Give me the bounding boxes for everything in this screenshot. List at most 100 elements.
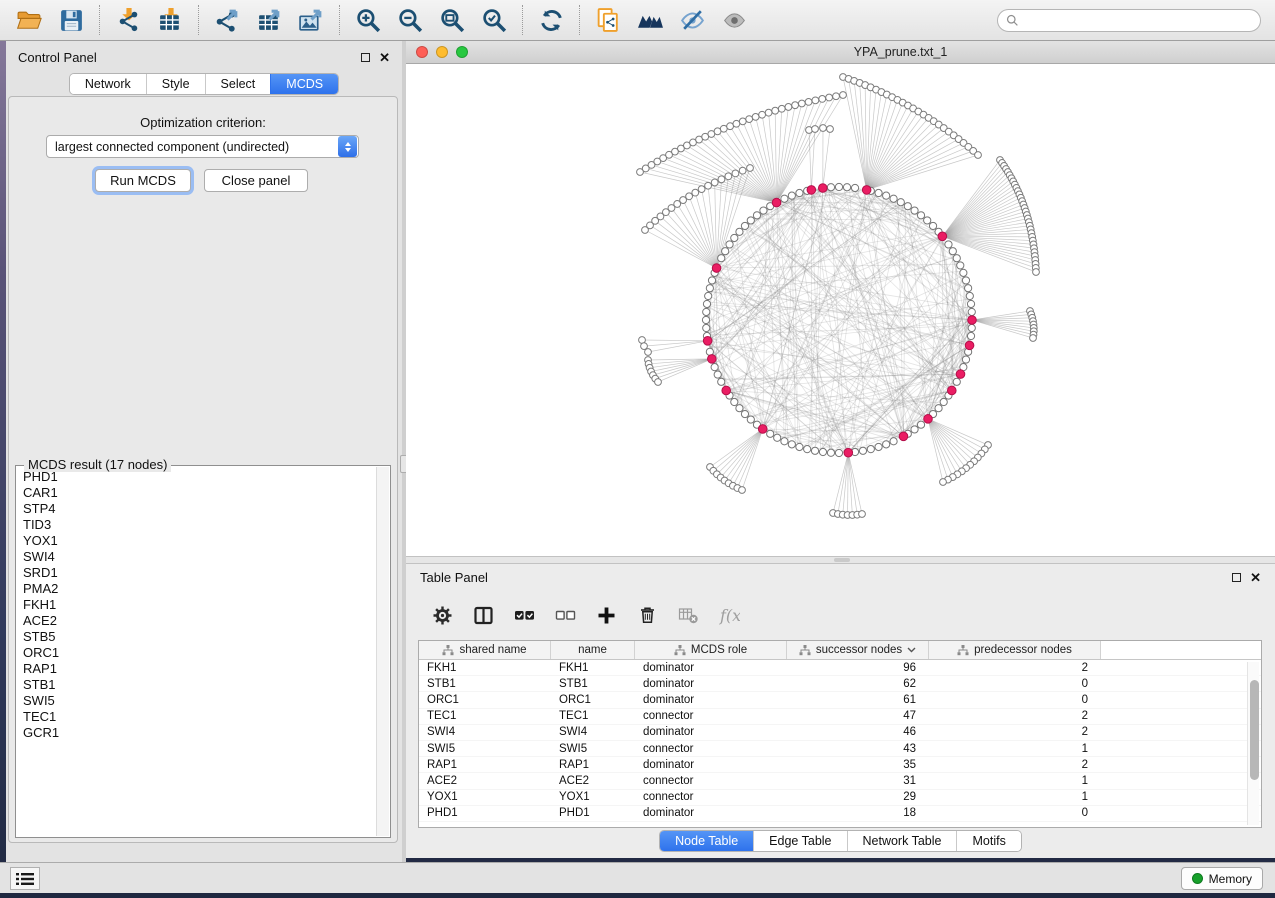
network-node[interactable] (949, 248, 956, 255)
network-node[interactable] (804, 446, 811, 453)
list-item[interactable]: RAP1 (17, 661, 376, 677)
network-node[interactable] (890, 438, 897, 445)
mcds-dominator-node[interactable] (899, 432, 908, 441)
mcds-dominator-node[interactable] (818, 184, 827, 193)
mcds-dominator-node[interactable] (938, 232, 947, 241)
network-node[interactable] (917, 212, 924, 219)
network-node[interactable] (727, 123, 734, 130)
mcds-dominator-node[interactable] (722, 386, 731, 395)
network-node[interactable] (698, 186, 705, 193)
network-node[interactable] (819, 448, 826, 455)
network-node[interactable] (883, 192, 890, 199)
network-node[interactable] (968, 308, 975, 315)
table-scrollbar[interactable] (1247, 662, 1259, 825)
apply-layout-button[interactable] (530, 3, 572, 37)
network-node[interactable] (843, 184, 850, 191)
network-node[interactable] (940, 479, 947, 486)
network-node[interactable] (736, 228, 743, 235)
list-item[interactable]: SRD1 (17, 565, 376, 581)
network-node[interactable] (1030, 335, 1037, 342)
mcds-dominator-node[interactable] (968, 316, 977, 325)
columns-button[interactable] (471, 603, 495, 627)
zoom-in-button[interactable] (347, 3, 389, 37)
list-item[interactable]: TID3 (17, 517, 376, 533)
network-node[interactable] (739, 487, 746, 494)
open-file-button[interactable] (8, 3, 50, 37)
network-node[interactable] (967, 332, 974, 339)
table-row[interactable]: RAP1RAP1dominator352 (419, 757, 1261, 773)
network-from-selection-button[interactable] (587, 3, 629, 37)
network-node[interactable] (811, 447, 818, 454)
network-node[interactable] (960, 269, 967, 276)
network-node[interactable] (812, 97, 819, 104)
import-network-button[interactable] (107, 3, 149, 37)
network-node[interactable] (859, 447, 866, 454)
float-panel-icon[interactable] (361, 53, 370, 62)
network-node[interactable] (781, 438, 788, 445)
task-history-button[interactable] (10, 867, 40, 890)
tab-network-table[interactable]: Network Table (847, 831, 957, 851)
network-node[interactable] (968, 324, 975, 331)
mcds-dominator-node[interactable] (965, 341, 974, 350)
network-node[interactable] (867, 446, 874, 453)
network-node[interactable] (739, 118, 746, 125)
network-node[interactable] (796, 443, 803, 450)
network-node[interactable] (711, 179, 718, 186)
network-node[interactable] (875, 189, 882, 196)
table-row[interactable]: PHD1PHD1dominator180 (419, 806, 1261, 822)
network-node[interactable] (746, 116, 753, 123)
zoom-selected-button[interactable] (473, 3, 515, 37)
network-node[interactable] (805, 98, 812, 105)
network-node[interactable] (945, 241, 952, 248)
table-row[interactable]: SWI5SWI5connector431 (419, 741, 1261, 757)
list-item[interactable]: PMA2 (17, 581, 376, 597)
tab-select[interactable]: Select (205, 74, 271, 94)
save-session-button[interactable] (50, 3, 92, 37)
network-node[interactable] (747, 165, 754, 172)
network-node[interactable] (708, 277, 715, 284)
search-input[interactable] (1025, 13, 1252, 27)
network-node[interactable] (911, 426, 918, 433)
network-node[interactable] (747, 217, 754, 224)
network-node[interactable] (935, 405, 942, 412)
tab-motifs[interactable]: Motifs (956, 831, 1020, 851)
network-node[interactable] (720, 125, 727, 132)
network-node[interactable] (747, 416, 754, 423)
splitter-grip[interactable] (834, 558, 850, 562)
list-item[interactable]: ACE2 (17, 613, 376, 629)
network-node[interactable] (792, 102, 799, 109)
network-node[interactable] (778, 105, 785, 112)
network-node[interactable] (840, 92, 847, 99)
network-node[interactable] (953, 378, 960, 385)
network-node[interactable] (875, 443, 882, 450)
network-node[interactable] (1033, 269, 1040, 276)
import-table-button[interactable] (149, 3, 191, 37)
mcds-dominator-node[interactable] (956, 370, 965, 379)
column-header-shared-name[interactable]: shared name (419, 641, 551, 659)
close-panel-icon[interactable]: ✕ (1250, 571, 1261, 584)
mcds-dominator-node[interactable] (708, 355, 717, 364)
network-node[interactable] (940, 398, 947, 405)
network-node[interactable] (827, 184, 834, 191)
network-node[interactable] (772, 107, 779, 114)
network-node[interactable] (680, 197, 687, 204)
settings-button[interactable] (430, 603, 454, 627)
network-node[interactable] (714, 371, 721, 378)
network-node[interactable] (731, 398, 738, 405)
network-node[interactable] (796, 189, 803, 196)
network-node[interactable] (753, 212, 760, 219)
delete-table-button[interactable] (676, 603, 700, 627)
list-item[interactable]: YOX1 (17, 533, 376, 549)
column-header-successor-nodes[interactable]: successor nodes (787, 641, 929, 659)
zoom-out-button[interactable] (389, 3, 431, 37)
list-item[interactable]: STB1 (17, 677, 376, 693)
network-node[interactable] (826, 94, 833, 101)
add-button[interactable] (594, 603, 618, 627)
network-node[interactable] (703, 324, 710, 331)
mcds-dominator-node[interactable] (807, 186, 816, 195)
network-node[interactable] (827, 449, 834, 456)
list-item[interactable]: TEC1 (17, 709, 376, 725)
table-row[interactable]: YOX1YOX1connector291 (419, 790, 1261, 806)
network-node[interactable] (645, 349, 652, 356)
close-panel-button[interactable]: Close panel (204, 169, 308, 192)
